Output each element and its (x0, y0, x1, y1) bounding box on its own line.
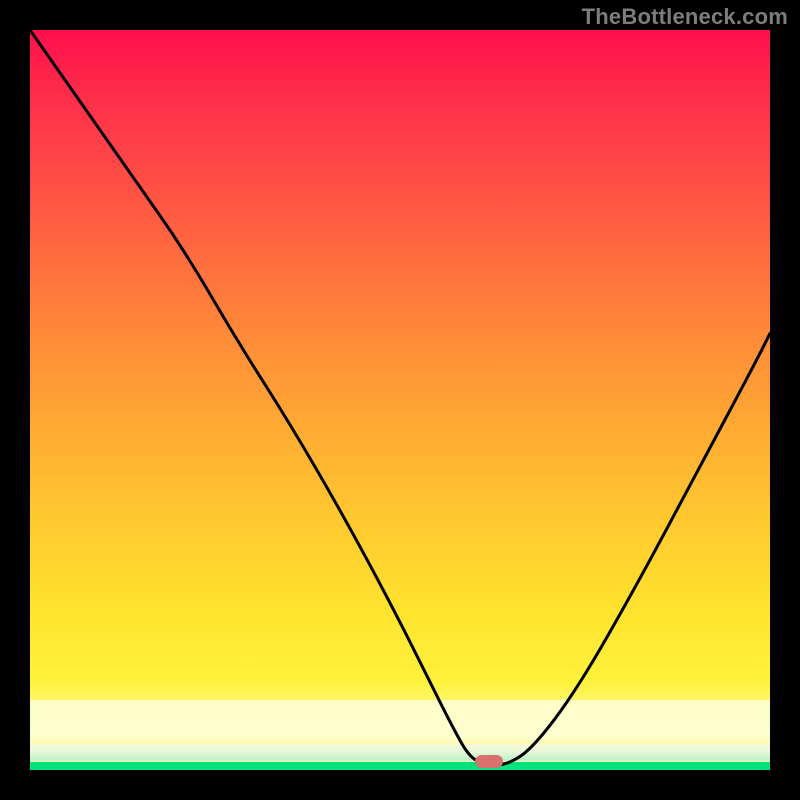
watermark-text: TheBottleneck.com (582, 4, 788, 30)
optimum-marker (475, 755, 503, 768)
chart-frame: TheBottleneck.com (0, 0, 800, 800)
plot-area (30, 30, 770, 770)
bottleneck-curve (30, 30, 770, 770)
